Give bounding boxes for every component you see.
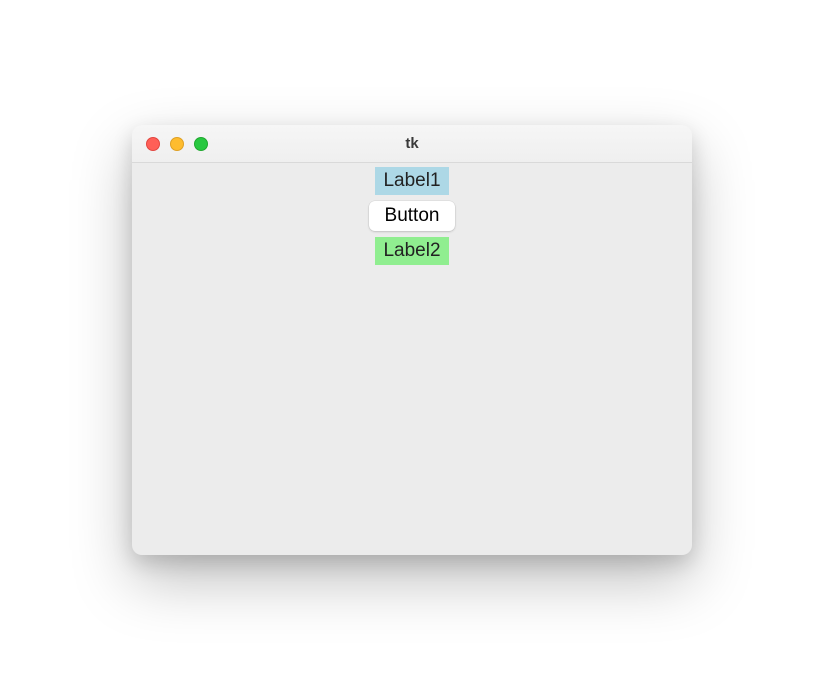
traffic-lights <box>146 137 208 151</box>
window-content: Label1 Button Label2 <box>132 163 692 265</box>
maximize-icon[interactable] <box>194 137 208 151</box>
main-button[interactable]: Button <box>369 201 456 231</box>
label-1: Label1 <box>375 167 448 195</box>
titlebar: tk <box>132 125 692 163</box>
close-icon[interactable] <box>146 137 160 151</box>
window-title: tk <box>132 135 692 152</box>
minimize-icon[interactable] <box>170 137 184 151</box>
app-window: tk Label1 Button Label2 <box>132 125 692 555</box>
label-2: Label2 <box>375 237 448 265</box>
